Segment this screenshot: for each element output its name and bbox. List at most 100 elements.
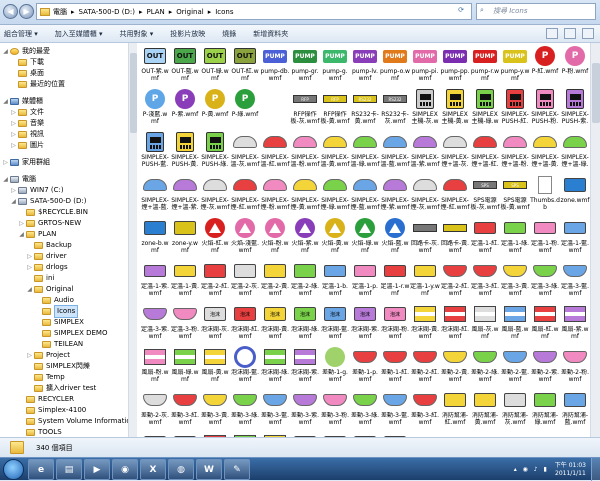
file-item[interactable]: 定溫-2-灰.wmf <box>230 260 260 303</box>
file-item[interactable]: 定溫-1-y.wmf <box>410 260 440 303</box>
sidebar-item[interactable]: ◢ 電腦 <box>2 174 36 185</box>
breadcrumb-item-0[interactable]: 電腦 <box>53 7 67 17</box>
add-to-library-button[interactable]: 加入至媒體櫃 ▾ <box>55 29 103 39</box>
file-item[interactable]: SIMPLEX-溫-粉.wmf <box>290 131 320 174</box>
file-item[interactable]: 風扇-紫.wmf <box>560 303 590 346</box>
file-item[interactable]: 火焰-黃.wmf <box>320 217 350 260</box>
file-item[interactable]: 風扇-黃.wmf <box>200 346 230 389</box>
sidebar-item[interactable]: ▷ drlogs <box>26 262 68 273</box>
file-item[interactable]: OUT OUT-紫.wmf <box>140 45 170 88</box>
file-item[interactable]: 火焰-綠.wmf <box>350 217 380 260</box>
expand-arrow-icon[interactable]: ▷ <box>2 157 9 168</box>
sidebar-item[interactable]: Temp <box>26 372 65 383</box>
sidebar-item[interactable]: SIMPLEX閃爍 <box>26 361 90 372</box>
taskbar-paint-button[interactable]: ✎ <box>224 459 250 480</box>
file-item[interactable]: 風扇-灰.wmf <box>470 303 500 346</box>
breadcrumb-item-4[interactable]: Icons <box>215 8 233 16</box>
file-item[interactable]: SPS SPS電源板-灰.wmf <box>470 174 500 217</box>
expand-arrow-icon[interactable]: ▷ <box>26 262 33 273</box>
sidebar-item[interactable]: ◢ Original <box>26 284 73 295</box>
expand-arrow-icon[interactable]: ▷ <box>10 185 17 196</box>
sidebar-item[interactable]: SIMPLEX <box>34 317 84 328</box>
taskbar-excel-button[interactable]: X <box>140 459 166 480</box>
scroll-thumb[interactable] <box>592 63 600 123</box>
sidebar-item[interactable]: Simplex-4100 <box>18 405 86 416</box>
file-item[interactable]: SIMPLEX-溫-黃.wmf <box>320 131 350 174</box>
file-item[interactable]: SIMPLEX-煙+溫-黃.wmf <box>530 131 560 174</box>
file-item[interactable]: PUMP pump-pp.wmf <box>440 45 470 88</box>
file-item[interactable]: 定溫-3-綠.wmf <box>530 260 560 303</box>
file-item[interactable]: 泡沫 泡沫閥-黃.wmf <box>260 303 290 346</box>
file-item[interactable]: 消防幫浦-灰.wmf <box>500 389 530 432</box>
file-item[interactable]: 定溫-1-黃.wmf <box>170 260 200 303</box>
breadcrumb-item-1[interactable]: SATA-500-D (D:) <box>79 8 135 16</box>
clock[interactable]: 下午 01:03 2011/1/11 <box>555 462 586 478</box>
file-item[interactable]: SIMPLEX-煙-灰.wmf <box>410 174 440 217</box>
file-view-scrollbar[interactable] <box>590 43 600 437</box>
file-item[interactable]: 消防幫浦-黃.wmf <box>470 389 500 432</box>
file-item[interactable]: 定溫-1-粉.wmf <box>530 217 560 260</box>
file-item[interactable]: 泡沫閥-紫.wmf <box>290 346 320 389</box>
file-item[interactable]: SIMPLEX-PUSH-紅.wmf <box>500 88 530 131</box>
file-item[interactable]: 消防幫浦-藍.wmf <box>560 389 590 432</box>
sidebar-item[interactable]: ▷ Project <box>26 350 70 361</box>
file-item[interactable]: zone-y.wmf <box>170 217 200 260</box>
sidebar-item[interactable]: ◢ PLAN <box>18 229 56 240</box>
file-item[interactable]: 消防幫浦-紅.wmf <box>440 389 470 432</box>
file-item[interactable]: 定溫-3-紫.wmf <box>140 303 170 346</box>
sidebar-item[interactable]: System Volume Information <box>18 416 135 427</box>
file-item[interactable]: P P-黃.wmf <box>200 88 230 131</box>
file-item[interactable]: P P-綠.wmf <box>230 88 260 131</box>
file-item[interactable]: 定溫-3-黃.wmf <box>500 260 530 303</box>
file-item[interactable]: SIMPLEX-溫-紅.wmf <box>260 131 290 174</box>
file-item[interactable]: 差動-2-綠.wmf <box>470 346 500 389</box>
file-item[interactable]: RS232 RS232卡-灰.wmf <box>380 88 410 131</box>
file-item[interactable]: PUMP pump-r.wmf <box>470 45 500 88</box>
file-item[interactable]: 差動-3-粉.wmf <box>320 389 350 432</box>
file-item[interactable]: SIMPLEX-煙-黃.wmf <box>290 174 320 217</box>
expand-arrow-icon[interactable]: ▷ <box>10 140 17 151</box>
new-folder-button[interactable]: 新增資料夾 <box>253 29 288 39</box>
sidebar-item[interactable]: ini <box>26 273 54 284</box>
file-item[interactable]: Thumbs.db <box>530 174 560 217</box>
file-item[interactable]: 定溫-1-綠.wmf <box>500 217 530 260</box>
file-item[interactable]: 定溫-2-紅.wmf <box>200 260 230 303</box>
file-item[interactable]: SIMPLEX-溫-藍.wmf <box>380 131 410 174</box>
expand-arrow-icon[interactable]: ▷ <box>26 350 33 361</box>
file-item[interactable]: P P-紫.wmf <box>170 88 200 131</box>
file-item[interactable]: SIMPLEX-煙-紅.wmf <box>230 174 260 217</box>
breadcrumb-item-3[interactable]: Original <box>176 8 203 16</box>
breadcrumb-item-2[interactable]: PLAN <box>146 8 164 16</box>
taskbar-ie-button[interactable]: e <box>28 459 54 480</box>
expand-arrow-icon[interactable]: ▷ <box>18 218 25 229</box>
help-icon[interactable] <box>582 28 594 39</box>
file-item[interactable]: 定溫-3-紅.wmf <box>470 260 500 303</box>
file-item[interactable]: 定溫-1-紅.wmf <box>470 217 500 260</box>
file-item[interactable]: SIMPLEX-PUSH-藍.wmf <box>140 131 170 174</box>
file-item[interactable]: PUMP pump-y.wmf <box>500 45 530 88</box>
file-item[interactable]: 泡沫閥-綠.wmf <box>260 346 290 389</box>
file-item[interactable]: 差動-3-紅.wmf <box>170 389 200 432</box>
file-item[interactable]: 差動-3-綠.wmf <box>350 389 380 432</box>
file-item[interactable]: 差動-2-紅.wmf <box>410 346 440 389</box>
sidebar-item[interactable]: ◢ 媒體櫃 <box>2 96 43 107</box>
navigation-scrollbar[interactable] <box>128 43 137 437</box>
file-item[interactable]: 火焰-粉.wmf <box>260 217 290 260</box>
file-item[interactable]: 定溫-2-綠.wmf <box>290 260 320 303</box>
file-item[interactable]: PUMP pump-g.wmf <box>320 45 350 88</box>
taskbar-bt-button[interactable]: ◉ <box>112 459 138 480</box>
file-item[interactable]: 差動-2-紫.wmf <box>530 346 560 389</box>
file-item[interactable]: SIMPLEX-煙+溫-紅.wmf <box>470 131 500 174</box>
file-item[interactable]: SIMPLEX-煙+溫-粉.wmf <box>500 131 530 174</box>
slideshow-button[interactable]: 投影片放映 <box>170 29 205 39</box>
file-item[interactable]: OUT OUT-紅.wmf <box>230 45 260 88</box>
file-item[interactable]: 定溫-2-黃.wmf <box>260 260 290 303</box>
expand-arrow-icon[interactable]: ▷ <box>10 129 17 140</box>
taskbar-media-button[interactable]: ▶ <box>84 459 110 480</box>
sidebar-item[interactable]: Icons <box>34 305 79 318</box>
file-item[interactable]: SIMPLEX-溫-紫.wmf <box>410 131 440 174</box>
expand-arrow-icon[interactable]: ◢ <box>2 96 9 107</box>
file-item[interactable]: 差動-3-紫.wmf <box>290 389 320 432</box>
file-item[interactable]: 泡沫 泡沫閥-藍.wmf <box>320 303 350 346</box>
file-item[interactable]: 定溫-1-r.wmf <box>380 260 410 303</box>
